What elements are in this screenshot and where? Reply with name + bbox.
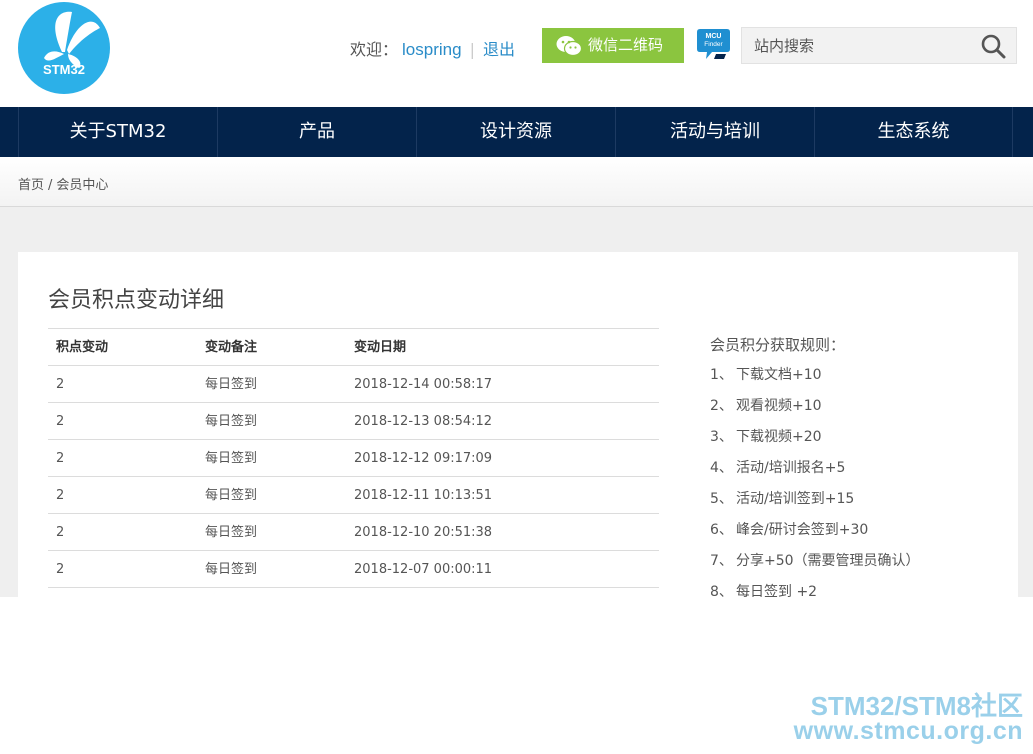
rule-text: 观看视频+10 [736, 398, 822, 414]
wechat-qrcode-button[interactable]: 微信二维码 [542, 28, 684, 63]
cell-note: 每日签到 [205, 414, 258, 429]
rule-item: 4、 活动/培训报名+5 [710, 460, 920, 491]
nav-item-about-stm32[interactable]: 关于STM32 [18, 107, 217, 157]
points-rules: 会员积分获取规则： 1、 下载文档+10 2、 观看视频+10 3、 下载视频+20 … [710, 334, 920, 597]
cell-date: 2018-12-11 10:13:51 [354, 488, 493, 503]
nav-item-events-training[interactable]: 活动与培训 [615, 107, 814, 157]
column-header-note: 变动备注 [205, 340, 258, 355]
wechat-button-label: 微信二维码 [588, 36, 664, 54]
cell-points: 2 [56, 414, 65, 429]
rule-number: 8、 [710, 584, 733, 597]
nav-item-products[interactable]: 产品 [217, 107, 416, 157]
welcome-bar: 欢迎： lospring | 退出 [350, 36, 515, 60]
cell-date: 2018-12-10 20:51:38 [354, 525, 493, 540]
cell-date: 2018-12-13 08:54:12 [354, 414, 493, 429]
cell-points: 2 [56, 525, 65, 540]
cell-note: 每日签到 [205, 451, 258, 466]
cell-date: 2018-12-07 00:00:11 [354, 562, 493, 577]
wechat-icon [556, 36, 582, 57]
table-row: 2 每日签到 2018-12-10 20:51:38 [48, 514, 659, 551]
username-link[interactable]: lospring [402, 40, 462, 59]
cell-date: 2018-12-14 00:58:17 [354, 377, 493, 392]
table-row: 2 每日签到 2018-12-14 00:58:17 [48, 366, 659, 403]
watermark-line2: www.stmcu.org.cn [793, 717, 1023, 745]
rules-title: 会员积分获取规则： [710, 336, 846, 354]
table-row: 2 每日签到 2018-12-07 00:00:11 [48, 551, 659, 588]
rule-item: 6、 峰会/研讨会签到+30 [710, 522, 920, 553]
mcu-finder-line2: Finder [704, 41, 723, 48]
breadcrumb-bar: 首页 / 会员中心 [0, 157, 1033, 207]
table-row: 2 每日签到 2018-12-11 10:13:51 [48, 477, 659, 514]
logo-text: STM32 [43, 62, 85, 77]
cell-points: 2 [56, 451, 65, 466]
breadcrumb-separator: / [48, 178, 53, 193]
rule-item: 2、 观看视频+10 [710, 398, 920, 429]
nav-item-design-resources[interactable]: 设计资源 [416, 107, 615, 157]
stm32-logo[interactable]: STM32 [18, 2, 110, 94]
rule-text: 下载文档+10 [736, 367, 822, 383]
rule-text: 活动/培训报名+5 [736, 460, 846, 476]
cell-note: 每日签到 [205, 488, 258, 503]
breadcrumb: 首页 / 会员中心 [18, 174, 108, 193]
rule-text: 活动/培训签到+15 [736, 491, 855, 507]
rule-number: 5、 [710, 491, 733, 507]
page-title: 会员积点变动详细 [48, 288, 225, 313]
butterfly-icon [44, 11, 100, 68]
rule-item: 7、 分享+50（需要管理员确认） [710, 553, 920, 584]
rule-number: 3、 [710, 429, 733, 445]
search-box [741, 27, 1017, 64]
mcu-finder-line1: MCU [706, 33, 722, 40]
cell-points: 2 [56, 488, 65, 503]
welcome-label: 欢迎： [350, 40, 399, 59]
column-header-points-change: 积点变动 [56, 340, 109, 355]
rule-text: 下载视频+20 [736, 429, 822, 445]
rule-number: 7、 [710, 553, 733, 569]
points-table: 积点变动 变动备注 变动日期 2 每日签到 2018-12-14 00:58:1… [48, 328, 659, 588]
logout-link[interactable]: 退出 [483, 40, 515, 59]
cell-date: 2018-12-12 09:17:09 [354, 451, 493, 466]
rule-number: 1、 [710, 367, 733, 383]
cell-points: 2 [56, 562, 65, 577]
search-icon[interactable] [981, 34, 1006, 59]
breadcrumb-current: 会员中心 [56, 178, 109, 193]
mcu-finder-icon[interactable]: MCU Finder [696, 27, 731, 62]
rule-item: 5、 活动/培训签到+15 [710, 491, 920, 522]
column-header-date: 变动日期 [354, 340, 407, 355]
table-header-row: 积点变动 变动备注 变动日期 [48, 329, 659, 366]
rule-number: 4、 [710, 460, 733, 476]
rule-item: 1、 下载文档+10 [710, 367, 920, 398]
breadcrumb-home[interactable]: 首页 [18, 178, 44, 193]
site-header: STM32 欢迎： lospring | 退出 微信二维码 MCU Finder [0, 0, 1033, 107]
table-row: 2 每日签到 2018-12-12 09:17:09 [48, 440, 659, 477]
search-input[interactable] [742, 28, 972, 63]
watermark-line1: STM32/STM8社区 [810, 691, 1023, 721]
main-nav: 关于STM32 产品 设计资源 活动与培训 生态系统 [0, 107, 1033, 157]
rule-text: 分享+50（需要管理员确认） [736, 553, 920, 569]
nav-item-ecosystem[interactable]: 生态系统 [814, 107, 1013, 157]
rule-item: 8、 每日签到 +2 [710, 584, 920, 597]
rule-text: 峰会/研讨会签到+30 [736, 522, 869, 538]
table-row: 2 每日签到 2018-12-13 08:54:12 [48, 403, 659, 440]
rule-number: 2、 [710, 398, 733, 414]
cell-points: 2 [56, 377, 65, 392]
cell-note: 每日签到 [205, 562, 258, 577]
site-watermark: STM32/STM8社区 www.stmcu.org.cn [793, 691, 1023, 745]
points-detail-card: 会员积点变动详细 积点变动 变动备注 变动日期 2 每日签到 2018-12-1… [18, 252, 1018, 597]
cell-note: 每日签到 [205, 377, 258, 392]
rule-number: 6、 [710, 522, 733, 538]
cell-note: 每日签到 [205, 525, 258, 540]
rule-text: 每日签到 +2 [736, 584, 818, 597]
separator: | [469, 40, 475, 59]
rule-item: 3、 下载视频+20 [710, 429, 920, 460]
